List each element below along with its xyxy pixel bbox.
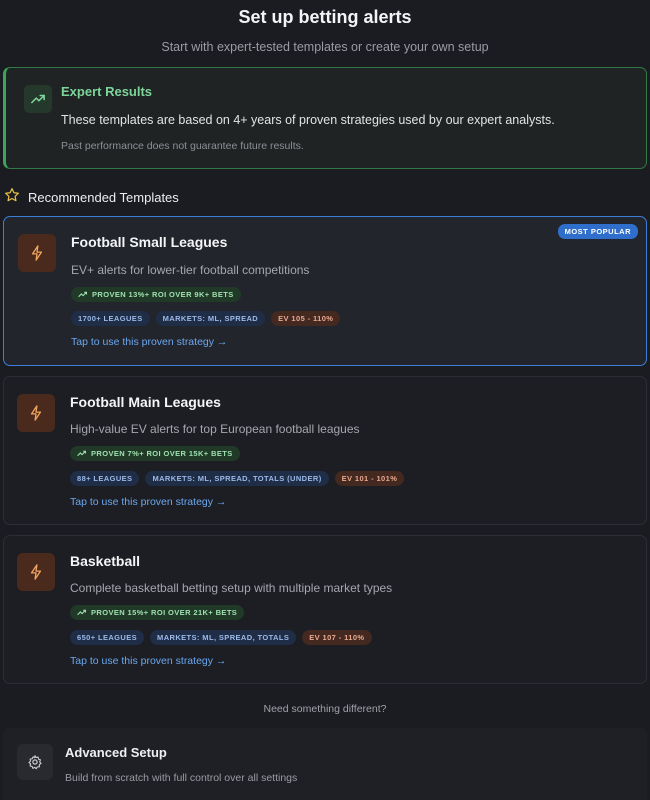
proven-badge-row: PROVEN 7%+ ROI OVER 15K+ BETS: [70, 446, 240, 461]
ev-range-badge: EV 105 - 110%: [271, 311, 341, 326]
use-strategy-link[interactable]: Tap to use this proven strategy →: [71, 336, 227, 348]
template-title: Basketball: [70, 553, 141, 569]
use-strategy-link[interactable]: Tap to use this proven strategy →: [70, 496, 226, 508]
advanced-setup-card[interactable]: Advanced Setup Build from scratch with f…: [3, 728, 647, 800]
trending-up-icon: [78, 291, 87, 298]
template-description: Complete basketball betting setup with m…: [70, 581, 393, 595]
leagues-badge: 650+ LEAGUES: [70, 630, 145, 645]
trending-up-icon: [77, 609, 86, 616]
template-tags-row: 1700+ LEAGUES MARKETS: ML, SPREAD EV 105…: [71, 311, 341, 326]
recommended-templates-label: Recommended Templates: [28, 190, 179, 205]
template-card-basketball[interactable]: Basketball Complete basketball betting s…: [3, 535, 647, 684]
proven-roi-badge: PROVEN 15%+ ROI OVER 21K+ BETS: [70, 605, 245, 620]
markets-badge: MARKETS: ML, SPREAD, TOTALS (UNDER): [145, 471, 329, 486]
trending-up-icon: [77, 450, 86, 457]
template-description: High-value EV alerts for top European fo…: [70, 422, 360, 436]
advanced-setup-title: Advanced Setup: [65, 745, 167, 760]
ev-range-badge: EV 107 - 110%: [302, 630, 372, 645]
markets-badge: MARKETS: ML, SPREAD, TOTALS: [150, 630, 297, 645]
template-tags-row: 88+ LEAGUES MARKETS: ML, SPREAD, TOTALS …: [70, 471, 405, 486]
proven-badge-row: PROVEN 15%+ ROI OVER 21K+ BETS: [70, 605, 245, 620]
template-title: Football Main Leagues: [70, 394, 221, 410]
lightning-icon: [17, 394, 55, 432]
expert-results-disclaimer: Past performance does not guarantee futu…: [61, 140, 304, 152]
lightning-icon: [18, 234, 56, 272]
star-icon: [4, 187, 20, 208]
expert-results-description: These templates are based on 4+ years of…: [61, 113, 555, 127]
lightning-icon: [17, 553, 55, 591]
gear-icon: [17, 744, 53, 780]
leagues-badge: 88+ LEAGUES: [70, 471, 140, 486]
trending-up-icon: [24, 85, 52, 113]
template-title: Football Small Leagues: [71, 234, 228, 250]
ev-range-badge: EV 101 - 101%: [334, 471, 405, 486]
page-subtitle: Start with expert-tested templates or cr…: [161, 40, 489, 54]
expert-results-title: Expert Results: [61, 84, 153, 99]
page-header: Set up betting alerts Start with expert-…: [0, 0, 650, 55]
template-tags-row: 650+ LEAGUES MARKETS: ML, SPREAD, TOTALS…: [70, 630, 372, 645]
recommended-templates-header: Recommended Templates: [4, 187, 179, 208]
expert-results-panel: Expert Results These templates are based…: [3, 67, 647, 169]
template-description: EV+ alerts for lower-tier football compe…: [71, 263, 310, 277]
use-strategy-link[interactable]: Tap to use this proven strategy →: [70, 655, 226, 667]
leagues-badge: 1700+ LEAGUES: [71, 311, 150, 326]
proven-roi-badge: PROVEN 7%+ ROI OVER 15K+ BETS: [70, 446, 240, 461]
proven-roi-badge: PROVEN 13%+ ROI OVER 9K+ BETS: [71, 287, 241, 302]
advanced-setup-description: Build from scratch with full control ove…: [65, 772, 298, 784]
proven-badge-row: PROVEN 13%+ ROI OVER 9K+ BETS: [71, 287, 241, 302]
markets-badge: MARKETS: ML, SPREAD: [155, 311, 266, 326]
most-popular-badge: MOST POPULAR: [557, 224, 638, 239]
template-card-football-main-leagues[interactable]: Football Main Leagues High-value EV aler…: [3, 376, 647, 525]
page-title: Set up betting alerts: [238, 7, 412, 27]
template-card-football-small-leagues[interactable]: MOST POPULAR Football Small Leagues EV+ …: [3, 216, 647, 366]
need-something-different-text: Need something different?: [263, 703, 387, 715]
